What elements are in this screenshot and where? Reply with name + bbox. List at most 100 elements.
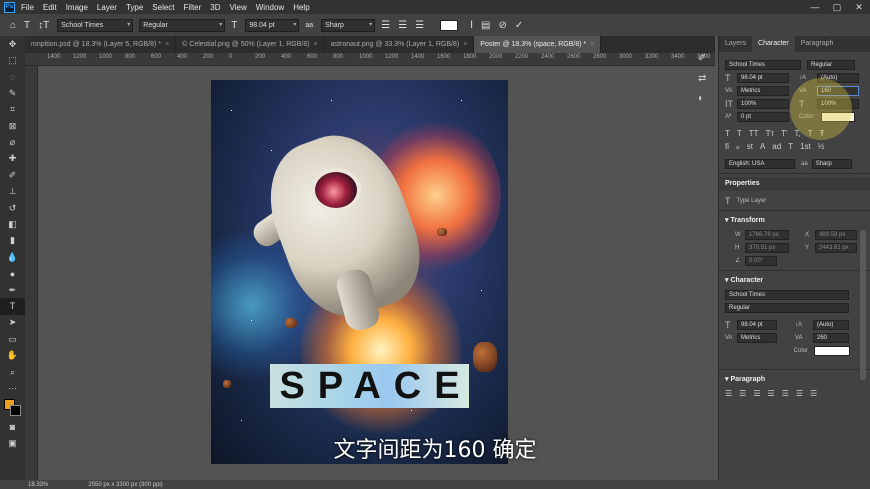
character-section-title[interactable]: ▾ Character — [719, 274, 870, 288]
document-tab[interactable]: astronaut.png @ 33.3% (Layer 1, RGB/8) × — [325, 36, 475, 53]
small-caps-button[interactable]: Tт — [766, 129, 775, 138]
align-center-icon[interactable]: ☰ — [398, 20, 407, 31]
history-icon[interactable]: ✐ — [698, 53, 715, 73]
adjust-icon[interactable]: ⇄ — [698, 73, 715, 93]
font-family-select[interactable]: School Times ▾ — [57, 18, 134, 32]
font-style-select[interactable]: Regular ▾ — [139, 18, 226, 32]
menu-file[interactable]: File — [21, 3, 34, 12]
menu-help[interactable]: Help — [293, 3, 309, 12]
brush-tool-icon[interactable]: ✐ — [0, 167, 25, 183]
ordinals-button[interactable]: 1st — [800, 142, 811, 151]
close-tab-icon[interactable]: × — [165, 41, 169, 48]
properties-icon[interactable]: ◐ — [698, 93, 715, 113]
close-tab-icon[interactable]: × — [590, 41, 594, 48]
path-selection-tool-icon[interactable]: ➤ — [0, 315, 25, 331]
props-font-family-field[interactable]: School Times — [725, 289, 849, 300]
space-text[interactable]: SPACE — [279, 365, 472, 408]
crop-tool-icon[interactable]: ⌗ — [0, 102, 25, 118]
commit-check-icon[interactable]: ✓ — [515, 20, 523, 31]
pen-tool-icon[interactable]: ✒ — [0, 282, 25, 298]
stylistic-alternates-button[interactable]: ad — [772, 142, 781, 151]
y-field[interactable]: 2443.61 px — [815, 242, 857, 253]
align-right-icon[interactable]: ☰ — [415, 20, 424, 31]
space-text-layer[interactable]: SPACE — [270, 364, 469, 408]
faux-bold-button[interactable]: T — [725, 129, 730, 138]
close-tab-icon[interactable]: × — [314, 41, 318, 48]
frame-tool-icon[interactable]: ⊠ — [0, 118, 25, 134]
font-size-select[interactable]: 98.04 pt ▾ — [245, 18, 300, 32]
hand-tool-icon[interactable]: ✋ — [0, 347, 25, 363]
lasso-tool-icon[interactable]: ◌ — [0, 69, 25, 85]
document-tab[interactable]: mnpition.psd @ 18.3% (Layer 5, RGB/8) * × — [25, 36, 177, 53]
align-left-icon[interactable]: ☰ — [381, 20, 390, 31]
more-tools-icon[interactable]: ··· — [0, 380, 25, 396]
all-caps-button[interactable]: TT — [749, 129, 759, 138]
fractions-button[interactable]: ½ — [818, 142, 825, 151]
font-family-field[interactable]: School Times — [725, 59, 801, 70]
angle-field[interactable]: 0.00° — [745, 255, 777, 266]
menu-image[interactable]: Image — [66, 3, 88, 12]
quick-select-tool-icon[interactable]: ✎ — [0, 85, 25, 101]
close-tab-icon[interactable]: × — [463, 41, 467, 48]
marquee-tool-icon[interactable]: ⬚ — [0, 52, 25, 68]
document-tab[interactable]: © Celestial.png @ 50% (Layer 1, RGB/8) × — [176, 36, 325, 53]
props-font-size-field[interactable]: 98.04 pt — [737, 319, 777, 330]
type-tool-icon[interactable]: T — [0, 298, 25, 315]
anti-alias-select[interactable]: Sharp ▾ — [321, 18, 376, 32]
x-field[interactable]: 489.59 px — [815, 229, 857, 240]
eraser-tool-icon[interactable]: ◧ — [0, 216, 25, 232]
close-button[interactable]: ✕ — [848, 0, 870, 14]
cancel-icon[interactable]: ⊘ — [498, 20, 506, 31]
justify-center-icon[interactable]: ☰ — [782, 389, 789, 398]
tab-layers[interactable]: Layers — [719, 36, 752, 52]
blur-tool-icon[interactable]: 💧 — [0, 249, 25, 265]
history-brush-tool-icon[interactable]: ↺ — [0, 200, 25, 216]
swash-button[interactable]: A — [760, 142, 765, 151]
tab-paragraph[interactable]: Paragraph — [795, 36, 840, 52]
justify-right-icon[interactable]: ☰ — [796, 389, 803, 398]
quick-mask-icon[interactable]: ◙ — [0, 419, 25, 435]
menu-view[interactable]: View — [230, 3, 247, 12]
tab-character[interactable]: Character — [752, 36, 795, 52]
properties-scrollbar[interactable] — [860, 230, 866, 380]
superscript-button[interactable]: T' — [781, 129, 787, 138]
color-swatches[interactable] — [0, 397, 25, 419]
menu-filter[interactable]: Filter — [184, 3, 202, 12]
transform-section-title[interactable]: ▾ Transform — [719, 214, 870, 228]
anti-alias-select[interactable]: Sharp — [811, 158, 852, 169]
align-left-icon[interactable]: ☰ — [725, 389, 732, 398]
rectangle-tool-icon[interactable]: ▭ — [0, 331, 25, 347]
vertical-scale-field[interactable]: 100% — [737, 98, 789, 109]
menu-select[interactable]: Select — [152, 3, 174, 12]
props-leading-field[interactable]: (Auto) — [813, 319, 849, 330]
align-right-icon[interactable]: ☰ — [753, 389, 760, 398]
language-select[interactable]: English: USA — [725, 158, 795, 169]
gradient-tool-icon[interactable]: ▮ — [0, 233, 25, 249]
move-tool-icon[interactable]: ✥ — [0, 36, 25, 52]
clone-stamp-tool-icon[interactable]: ⊥ — [0, 184, 25, 200]
character-panel-icon[interactable]: ▤ — [481, 20, 490, 31]
discretionary-ligatures-button[interactable]: st — [747, 142, 753, 151]
eyedropper-tool-icon[interactable]: ⌀ — [0, 134, 25, 150]
home-icon[interactable]: ⌂ — [10, 20, 16, 31]
props-font-style-field[interactable]: Regular — [725, 302, 849, 313]
minimize-button[interactable]: — — [804, 0, 826, 14]
type-tool-icon[interactable]: T — [24, 20, 30, 31]
paragraph-section-title[interactable]: ▾ Paragraph — [719, 373, 870, 387]
document-tab-active[interactable]: Poster @ 18.3% (space, RGB/8) * × — [474, 36, 602, 53]
props-tracking-field[interactable]: 260 — [813, 332, 849, 343]
background-color-swatch[interactable] — [10, 404, 21, 416]
menu-edit[interactable]: Edit — [43, 3, 57, 12]
justify-all-icon[interactable]: ☰ — [810, 389, 817, 398]
zoom-tool-icon[interactable]: ⌕ — [0, 364, 25, 380]
kerning-field[interactable]: Metrics — [737, 85, 789, 96]
font-style-field[interactable]: Regular — [807, 59, 855, 70]
faux-italic-button[interactable]: T — [737, 129, 742, 138]
old-style-button[interactable]: ℴ — [736, 142, 740, 151]
props-kerning-field[interactable]: Metrics — [737, 332, 777, 343]
ligatures-button[interactable]: ﬁ — [725, 142, 729, 151]
text-color-swatch[interactable] — [440, 19, 459, 31]
titling-alternates-button[interactable]: T — [788, 142, 793, 151]
menu-window[interactable]: Window — [256, 3, 284, 12]
menu-layer[interactable]: Layer — [97, 3, 117, 12]
